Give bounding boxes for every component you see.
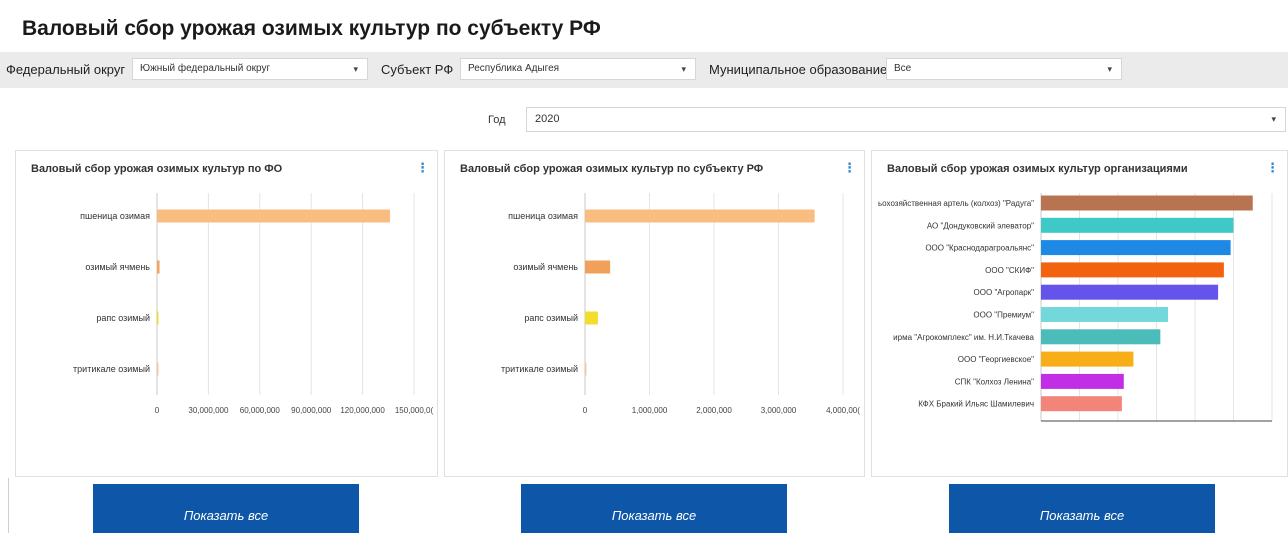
- category-label: ООО "Премиум": [973, 311, 1034, 320]
- bar: [585, 260, 611, 274]
- x-tick-label: 0: [155, 406, 160, 415]
- chevron-down-icon: ▾: [1271, 114, 1276, 124]
- x-tick-label: 4,000,00(: [826, 406, 860, 415]
- bar-chart-subject: 0 1,000,000 2,000,000 3,000,000 4,000,00( пше…: [501, 193, 860, 415]
- category-label: тритикале озимый: [501, 364, 578, 374]
- x-tick-label: 2,000,000: [696, 406, 732, 415]
- category-label: пшеница озимая: [80, 211, 150, 221]
- district-label: Федеральный округ: [6, 62, 126, 77]
- subject-label: Субъект РФ: [381, 62, 454, 77]
- category-label: ООО "Агропарк": [974, 288, 1035, 297]
- bar: [585, 362, 587, 376]
- x-tick-label: 3,000,000: [761, 406, 797, 415]
- municipality-select[interactable]: Все ▾: [886, 58, 1122, 80]
- category-label: пшеница озимая: [508, 211, 578, 221]
- chevron-down-icon: ▾: [681, 64, 686, 74]
- municipality-select-value: Все: [894, 63, 912, 74]
- category-label: рапс озимый: [524, 313, 578, 323]
- chart-panel-fo: Валовый сбор урожая озимых культур по ФО…: [15, 150, 438, 477]
- bar: [585, 209, 815, 223]
- subject-select[interactable]: Республика Адыгея ▾: [460, 58, 696, 80]
- bar: [1041, 373, 1124, 389]
- show-all-button-subject[interactable]: Показать все: [521, 484, 787, 533]
- bar: [1041, 351, 1134, 367]
- year-label: Год: [488, 114, 506, 126]
- category-label: АО "Дондуковский элеватор": [927, 221, 1034, 230]
- show-all-button-organizations[interactable]: Показать все: [949, 484, 1215, 533]
- year-select[interactable]: 2020 ▾: [526, 107, 1286, 132]
- chevron-down-icon: ▾: [353, 64, 358, 74]
- bar: [1041, 284, 1219, 300]
- chart-panel-organizations: Валовый сбор урожая озимых культур орган…: [871, 150, 1288, 477]
- x-tick-label: 120,000,000: [340, 406, 385, 415]
- bar: [1041, 329, 1161, 345]
- x-tick-label: 90,000,000: [291, 406, 332, 415]
- x-tick-label: 60,000,000: [240, 406, 281, 415]
- x-tick-label: 30,000,000: [188, 406, 229, 415]
- category-label: СПК "Колхоз Ленина": [955, 377, 1034, 386]
- divider: [8, 478, 9, 533]
- x-tick-label: 150,000,0(: [395, 406, 434, 415]
- chevron-down-icon: ▾: [1107, 64, 1112, 74]
- bar-chart-fo: 0 30,000,000 60,000,000 90,000,000 120,000,0…: [73, 193, 434, 415]
- category-label: озимый ячмень: [85, 262, 150, 272]
- show-all-button-fo[interactable]: Показать все: [93, 484, 359, 533]
- bar: [157, 362, 159, 376]
- bar: [585, 311, 598, 325]
- district-select-value: Южный федеральный округ: [140, 63, 271, 74]
- bar: [1041, 307, 1169, 322]
- district-select[interactable]: Южный федеральный округ ▾: [132, 58, 368, 80]
- subject-select-value: Республика Адыгея: [468, 63, 560, 74]
- bar: [157, 260, 160, 274]
- category-label: ирма "Агрокомплекс" им. Н.И.Ткачева: [893, 333, 1034, 342]
- category-label: ООО "Краснодарагроальянс": [925, 244, 1034, 253]
- bar: [1041, 262, 1224, 278]
- category-label: КФХ Бракий Ильяс Шамилевич: [918, 400, 1034, 409]
- page-title: Валовый сбор урожая озимых культур по су…: [22, 17, 601, 40]
- category-label: озимый ячмень: [513, 262, 578, 272]
- bar: [157, 311, 159, 325]
- bar: [1041, 240, 1231, 256]
- municipality-label: Муниципальное образование: [709, 62, 888, 77]
- x-tick-label: 1,000,000: [632, 406, 668, 415]
- x-tick-label: 0: [583, 406, 588, 415]
- bar: [1041, 396, 1122, 412]
- bar: [1041, 217, 1234, 233]
- category-label: рапс озимый: [96, 313, 150, 323]
- category-label: тритикале озимый: [73, 364, 150, 374]
- bar: [157, 209, 391, 223]
- bar-chart-organizations: ьохозяйственная артель (колхоз) "Радуга"…: [878, 193, 1273, 422]
- chart-panel-subject: Валовый сбор урожая озимых культур по су…: [444, 150, 865, 477]
- category-label: ООО "Георгиевское": [958, 355, 1034, 364]
- bar: [1041, 195, 1253, 211]
- category-label: ьохозяйственная артель (колхоз) "Радуга": [878, 199, 1034, 208]
- year-select-value: 2020: [535, 113, 560, 125]
- category-label: ООО "СКИФ": [985, 266, 1034, 275]
- filter-bar: Федеральный округ Южный федеральный окру…: [0, 52, 1288, 88]
